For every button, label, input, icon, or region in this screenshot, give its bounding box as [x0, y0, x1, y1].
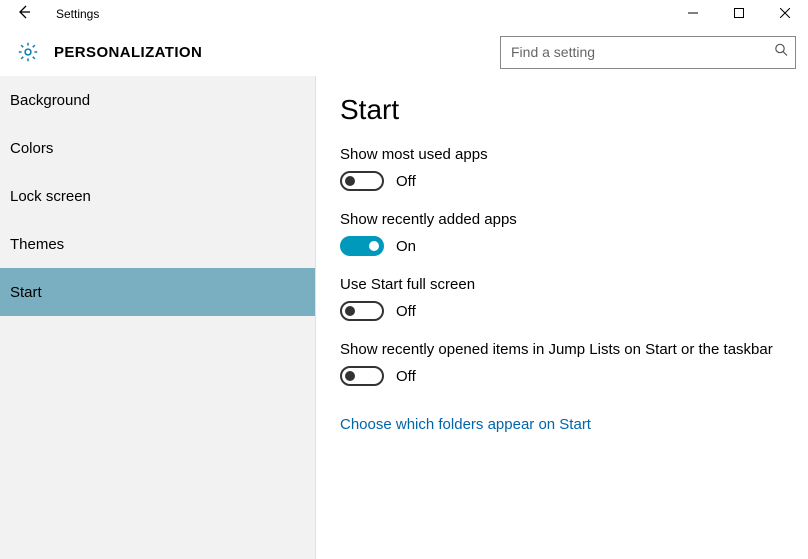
sidebar-item-colors[interactable]: Colors [0, 124, 315, 172]
title-bar: Settings [0, 0, 808, 28]
header-row: PERSONALIZATION [0, 28, 808, 76]
toggle-switch[interactable] [340, 236, 384, 256]
maximize-icon [734, 5, 744, 23]
settings-gear-icon [8, 32, 48, 72]
sidebar-item-label: Background [10, 92, 90, 109]
sidebar-item-label: Colors [10, 140, 53, 157]
toggle-switch[interactable] [340, 171, 384, 191]
search-input[interactable] [500, 36, 796, 69]
sidebar-item-background[interactable]: Background [0, 76, 315, 124]
sidebar-item-themes[interactable]: Themes [0, 220, 315, 268]
toggle-switch[interactable] [340, 366, 384, 386]
setting-block: Show recently opened items in Jump Lists… [340, 341, 784, 386]
minimize-icon [688, 5, 698, 23]
setting-label: Show most used apps [340, 146, 784, 163]
page-title: Start [340, 94, 784, 126]
sidebar-item-start[interactable]: Start [0, 268, 315, 316]
toggle-knob [345, 306, 355, 316]
category-label: PERSONALIZATION [54, 44, 202, 61]
toggle-knob [345, 371, 355, 381]
sidebar-item-label: Lock screen [10, 188, 91, 205]
setting-block: Show most used apps Off [340, 146, 784, 191]
toggle-row: Off [340, 171, 784, 191]
setting-block: Use Start full screen Off [340, 276, 784, 321]
toggle-row: On [340, 236, 784, 256]
sidebar: Background Colors Lock screen Themes Start [0, 76, 316, 559]
toggle-state-label: Off [396, 173, 416, 190]
maximize-button[interactable] [716, 0, 762, 28]
toggle-switch[interactable] [340, 301, 384, 321]
window-controls [670, 0, 808, 28]
toggle-state-label: On [396, 238, 416, 255]
minimize-button[interactable] [670, 0, 716, 28]
choose-folders-link[interactable]: Choose which folders appear on Start [340, 416, 591, 433]
setting-label: Show recently opened items in Jump Lists… [340, 341, 784, 358]
search-icon [774, 43, 788, 62]
back-button[interactable] [0, 0, 48, 28]
toggle-row: Off [340, 366, 784, 386]
setting-label: Use Start full screen [340, 276, 784, 293]
close-button[interactable] [762, 0, 808, 28]
toggle-knob [369, 241, 379, 251]
search-wrap [500, 36, 796, 69]
toggle-row: Off [340, 301, 784, 321]
main-panel: Start Show most used apps Off Show recentl… [316, 76, 808, 559]
back-arrow-icon [16, 4, 32, 25]
toggle-state-label: Off [396, 368, 416, 385]
close-icon [780, 5, 790, 23]
sidebar-item-label: Themes [10, 236, 64, 253]
setting-block: Show recently added apps On [340, 211, 784, 256]
setting-label: Show recently added apps [340, 211, 784, 228]
toggle-knob [345, 176, 355, 186]
sidebar-item-label: Start [10, 284, 42, 301]
sidebar-item-lock-screen[interactable]: Lock screen [0, 172, 315, 220]
window-title: Settings [56, 7, 99, 21]
toggle-state-label: Off [396, 303, 416, 320]
